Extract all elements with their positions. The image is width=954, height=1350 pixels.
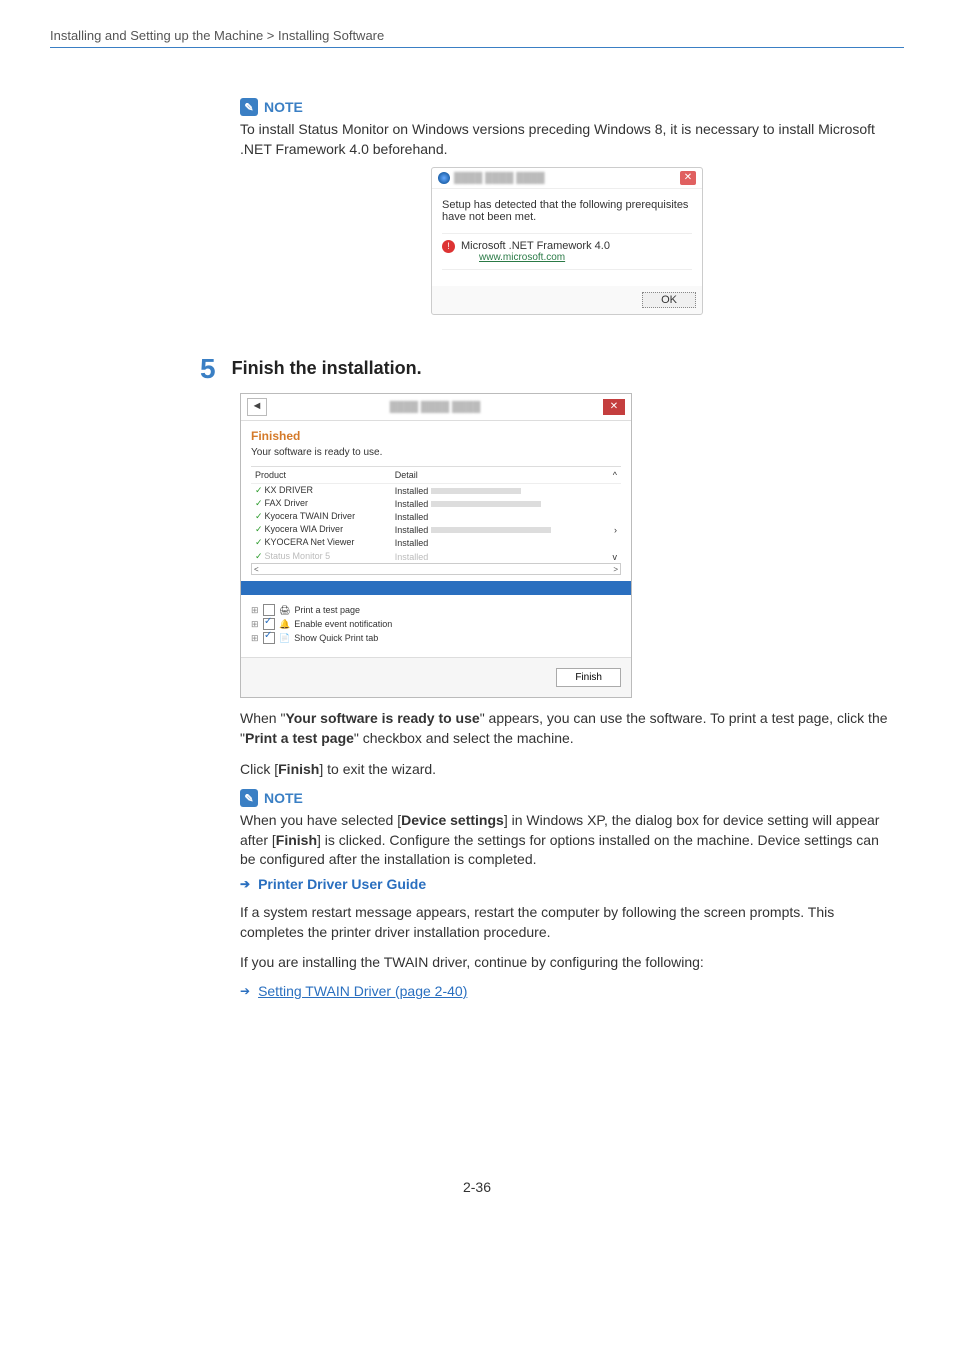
note1-text: To install Status Monitor on Windows ver…: [240, 120, 894, 159]
ms-link[interactable]: www.microsoft.com: [479, 252, 692, 263]
para-restart: If a system restart message appears, res…: [240, 902, 894, 943]
ready-text: Your software is ready to use.: [251, 447, 621, 458]
options-list: ⊞🖨Print a test page ⊞🔔Enable event notif…: [251, 601, 621, 653]
note-label: NOTE: [264, 99, 303, 115]
finished-heading: Finished: [251, 429, 621, 443]
note-icon: ✎: [240, 789, 258, 807]
note2-text: When you have selected [Device settings]…: [240, 811, 894, 870]
close-icon[interactable]: ✕: [603, 399, 625, 415]
header-rule: [50, 47, 904, 48]
breadcrumb: Installing and Setting up the Machine > …: [50, 28, 904, 43]
close-icon[interactable]: ✕: [680, 171, 696, 185]
product-table: Product Detail ^ ✓KX DRIVERInstalled ✓FA…: [251, 466, 621, 575]
opt-event-notif[interactable]: ⊞🔔Enable event notification: [251, 617, 621, 631]
ok-button[interactable]: OK: [642, 292, 696, 308]
step-number: 5: [200, 355, 216, 383]
wizard-title-blur: ████ ████ ████: [390, 402, 481, 413]
note-icon: ✎: [240, 98, 258, 116]
back-button[interactable]: ◄: [247, 398, 267, 416]
para-click-finish: Click [Finish] to exit the wizard.: [240, 759, 894, 779]
twain-link: Setting TWAIN Driver (page 2-40): [258, 983, 467, 999]
arrow-icon: ➔: [240, 984, 250, 998]
note-block-1: ✎ NOTE To install Status Monitor on Wind…: [240, 98, 894, 315]
dialog-app-icon: [438, 172, 450, 184]
install-wizard: ◄ ████ ████ ████ ✕ Finished Your softwar…: [240, 393, 632, 698]
note-block-2: ✎ NOTE When you have selected [Device se…: [240, 789, 894, 892]
arrow-icon: ➔: [240, 877, 250, 891]
prereq-message: Setup has detected that the following pr…: [442, 199, 692, 223]
prereq-item: Microsoft .NET Framework 4.0: [461, 240, 692, 252]
page-number: 2-36: [50, 1179, 904, 1195]
warning-icon: !: [442, 240, 455, 253]
bell-icon: 🔔: [279, 619, 290, 630]
dialog-title-blur: ████ ████ ████: [454, 173, 545, 184]
printer-guide-link[interactable]: ➔ Printer Driver User Guide: [240, 876, 894, 892]
printer-icon: 🖨: [279, 605, 290, 616]
page-icon: 📄: [279, 633, 290, 644]
prereq-dialog: ████ ████ ████ ✕ Setup has detected that…: [431, 167, 703, 315]
para-ready: When "Your software is ready to use" app…: [240, 708, 894, 749]
step-title: Finish the installation.: [232, 358, 422, 379]
opt-quick-print[interactable]: ⊞📄Show Quick Print tab: [251, 631, 621, 645]
finish-button[interactable]: Finish: [556, 668, 621, 687]
col-product: Product: [251, 467, 391, 484]
note-label: NOTE: [264, 790, 303, 806]
para-twain-intro: If you are installing the TWAIN driver, …: [240, 952, 894, 972]
twain-link-row[interactable]: ➔ Setting TWAIN Driver (page 2-40): [240, 983, 894, 999]
col-detail: Detail: [391, 467, 603, 484]
blue-band: [241, 581, 631, 595]
opt-print-test[interactable]: ⊞🖨Print a test page: [251, 603, 621, 617]
